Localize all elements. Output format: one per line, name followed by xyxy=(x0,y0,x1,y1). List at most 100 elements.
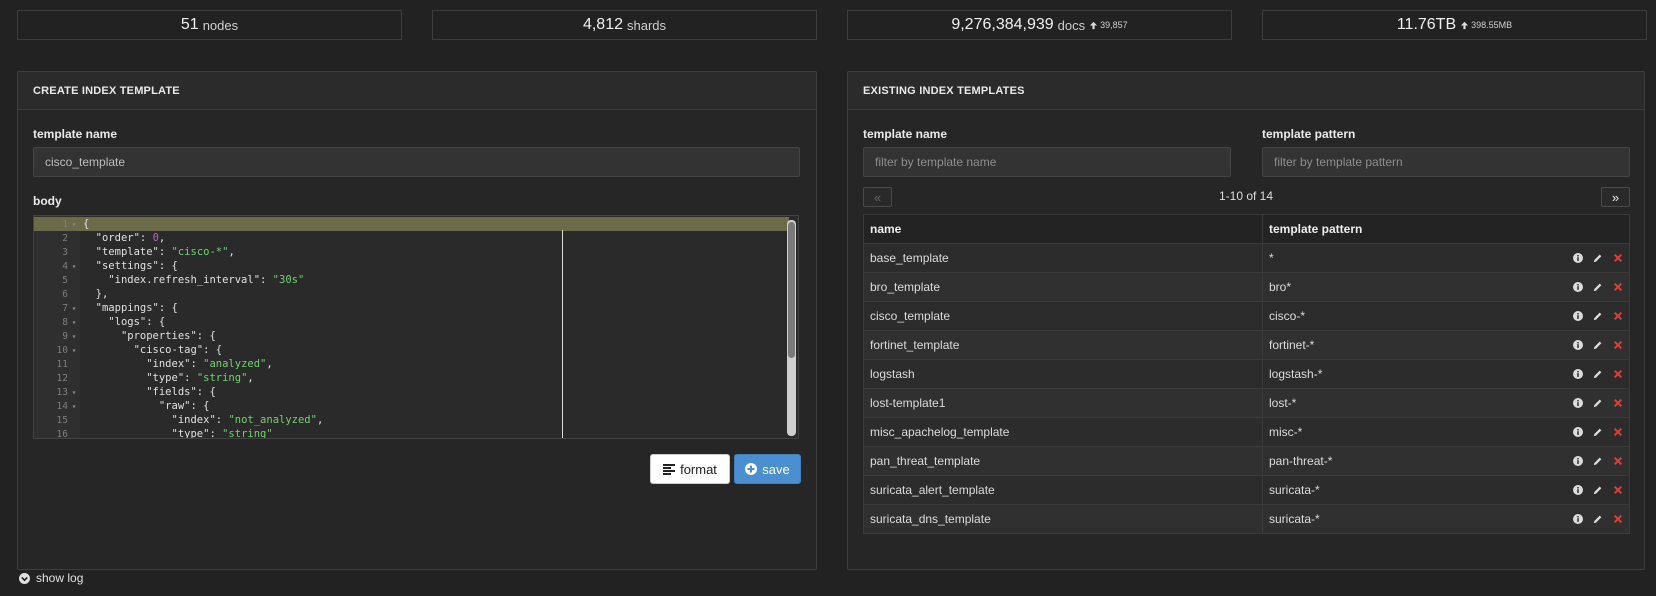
edit-pencil-icon[interactable] xyxy=(1592,485,1603,496)
format-button[interactable]: format xyxy=(650,454,730,484)
code-line[interactable]: 1 ▾{ xyxy=(34,217,789,231)
code-line[interactable]: 4 ▾ "settings": { xyxy=(34,259,789,273)
existing-templates-panel: EXISTING INDEX TEMPLATES template name t… xyxy=(847,71,1645,570)
code-text: "type": "string" xyxy=(80,428,273,438)
edit-pencil-icon[interactable] xyxy=(1592,456,1603,467)
fold-arrow-icon[interactable]: ▾ xyxy=(68,402,80,411)
template-name-input[interactable] xyxy=(33,147,800,177)
save-button[interactable]: save xyxy=(734,454,801,484)
column-header-pattern[interactable]: template pattern xyxy=(1262,214,1630,244)
info-icon[interactable] xyxy=(1572,253,1583,264)
table-row[interactable]: suricata_alert_template suricata-* xyxy=(863,475,1630,505)
fold-arrow-icon[interactable]: ▾ xyxy=(68,220,80,229)
code-text: "logs": { xyxy=(80,316,165,328)
edit-pencil-icon[interactable] xyxy=(1592,514,1603,525)
fold-arrow-icon[interactable]: ▾ xyxy=(68,388,80,397)
table-row[interactable]: pan_threat_template pan-threat-* xyxy=(863,446,1630,476)
code-key: "template" xyxy=(95,246,159,258)
print-margin-line xyxy=(562,230,563,438)
delete-icon[interactable] xyxy=(1612,514,1623,525)
code-line[interactable]: 8 ▾ "logs": { xyxy=(34,315,789,329)
info-icon[interactable] xyxy=(1572,514,1583,525)
fold-arrow-icon[interactable]: ▾ xyxy=(68,332,80,341)
line-number: 8 xyxy=(62,316,68,328)
table-row[interactable]: lost-template1 lost-* xyxy=(863,388,1630,418)
code-line[interactable]: 5 "index.refresh_interval": "30s" xyxy=(34,273,789,287)
line-number: 4 xyxy=(62,260,68,272)
delete-icon[interactable] xyxy=(1612,311,1623,322)
delete-icon[interactable] xyxy=(1612,398,1623,409)
info-icon[interactable] xyxy=(1572,311,1583,322)
table-row[interactable]: misc_apachelog_template misc-* xyxy=(863,417,1630,447)
code-line[interactable]: 3 "template": "cisco-*", xyxy=(34,245,789,259)
size-delta-value: 398.55MB xyxy=(1471,20,1513,30)
fold-arrow-icon[interactable]: ▾ xyxy=(68,262,80,271)
filter-pattern-input[interactable] xyxy=(1262,147,1630,177)
info-icon[interactable] xyxy=(1572,369,1583,380)
table-row[interactable]: logstash logstash-* xyxy=(863,359,1630,389)
info-icon[interactable] xyxy=(1572,340,1583,351)
code-line[interactable]: 2 "order": 0, xyxy=(34,231,789,245)
code-line[interactable]: 7 ▾ "mappings": { xyxy=(34,301,789,315)
table-row[interactable]: base_template * xyxy=(863,243,1630,273)
prev-page-button[interactable]: « xyxy=(863,187,892,207)
delete-icon[interactable] xyxy=(1612,456,1623,467)
template-name-label: template name xyxy=(33,127,118,141)
size-delta: 398.55MB xyxy=(1460,20,1512,30)
code-line[interactable]: 9 ▾ "properties": { xyxy=(34,329,789,343)
code-string: "cisco-*" xyxy=(171,246,229,258)
info-icon[interactable] xyxy=(1572,282,1583,293)
code-key: "order" xyxy=(95,232,140,244)
column-header-name[interactable]: name xyxy=(863,214,1263,244)
delete-icon[interactable] xyxy=(1612,282,1623,293)
show-log-toggle[interactable]: show log xyxy=(19,571,83,585)
edit-pencil-icon[interactable] xyxy=(1592,311,1603,322)
fold-arrow-icon[interactable]: ▾ xyxy=(68,346,80,355)
code-key: "mappings" xyxy=(95,302,159,314)
code-line[interactable]: 11 "index": "analyzed", xyxy=(34,357,789,371)
code-line[interactable]: 14 ▾ "raw": { xyxy=(34,399,789,413)
delete-icon[interactable] xyxy=(1612,253,1623,264)
code-line[interactable]: 16 "type": "string" xyxy=(34,427,789,438)
edit-pencil-icon[interactable] xyxy=(1592,282,1603,293)
template-pattern-cell: * xyxy=(1262,243,1630,273)
edit-pencil-icon[interactable] xyxy=(1592,340,1603,351)
info-icon[interactable] xyxy=(1572,456,1583,467)
delete-icon[interactable] xyxy=(1612,369,1623,380)
code-punct: : xyxy=(184,372,197,384)
table-row[interactable]: bro_template bro* xyxy=(863,272,1630,302)
fold-arrow-icon[interactable]: ▾ xyxy=(68,318,80,327)
code-line[interactable]: 10 ▾ "cisco-tag": { xyxy=(34,343,789,357)
editor-scrollbar[interactable] xyxy=(787,220,796,436)
code-key: "fields" xyxy=(146,386,197,398)
info-icon[interactable] xyxy=(1572,485,1583,496)
code-line[interactable]: 15 "index": "not_analyzed", xyxy=(34,413,789,427)
code-text: "type": "string", xyxy=(80,372,254,384)
code-line[interactable]: 6 }, xyxy=(34,287,789,301)
templates-table: name template pattern base_template * bro_… xyxy=(863,214,1630,534)
code-line[interactable]: 13 ▾ "fields": { xyxy=(34,385,789,399)
format-button-label: format xyxy=(680,461,717,477)
template-pattern-text: misc-* xyxy=(1269,425,1303,439)
filter-name-input[interactable] xyxy=(863,147,1231,177)
next-page-button[interactable]: » xyxy=(1601,187,1630,207)
chevron-down-circle-icon xyxy=(19,572,30,584)
delete-icon[interactable] xyxy=(1612,427,1623,438)
edit-pencil-icon[interactable] xyxy=(1592,253,1603,264)
fold-arrow-icon[interactable]: ▾ xyxy=(68,304,80,313)
delete-icon[interactable] xyxy=(1612,485,1623,496)
code-punct: : xyxy=(190,358,204,370)
info-icon[interactable] xyxy=(1572,398,1583,409)
info-icon[interactable] xyxy=(1572,427,1583,438)
edit-pencil-icon[interactable] xyxy=(1592,369,1603,380)
table-row[interactable]: suricata_dns_template suricata-* xyxy=(863,504,1630,534)
edit-pencil-icon[interactable] xyxy=(1592,398,1603,409)
code-punct: : xyxy=(158,246,172,258)
table-row[interactable]: fortinet_template fortinet-* xyxy=(863,330,1630,360)
delete-icon[interactable] xyxy=(1612,340,1623,351)
edit-pencil-icon[interactable] xyxy=(1592,427,1603,438)
table-row[interactable]: cisco_template cisco-* xyxy=(863,301,1630,331)
body-code-editor[interactable]: 1 ▾{2 "order": 0, 3 "template": "cisco-*",… xyxy=(33,215,799,439)
editor-scroll-thumb[interactable] xyxy=(788,222,795,358)
code-line[interactable]: 12 "type": "string", xyxy=(34,371,789,385)
